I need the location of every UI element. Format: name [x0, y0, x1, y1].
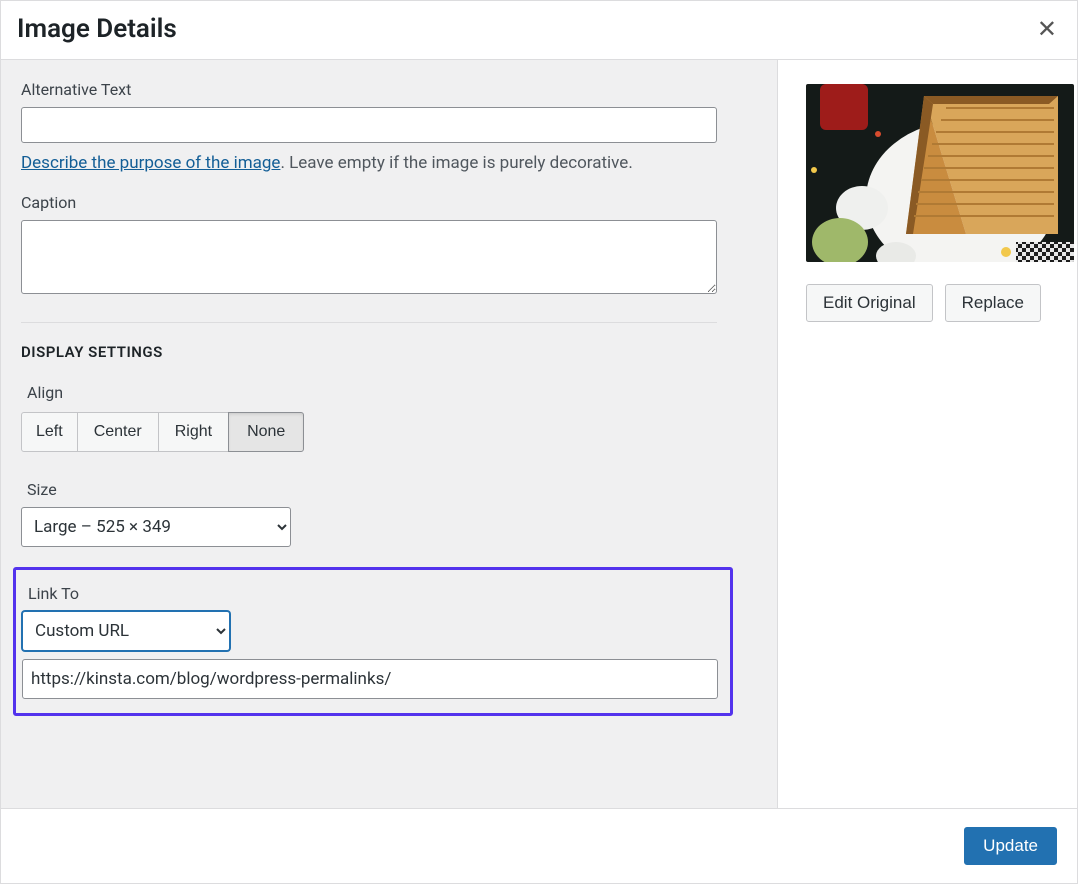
edit-original-button[interactable]: Edit Original [806, 284, 933, 322]
describe-purpose-link[interactable]: Describe the purpose of the image [21, 153, 280, 173]
alt-text-help-suffix: . Leave empty if the image is purely dec… [280, 153, 632, 173]
align-none-button[interactable]: None [228, 412, 304, 452]
modal-header: Image Details ✕ [1, 1, 1077, 60]
size-label: Size [27, 480, 757, 499]
display-settings-heading: DISPLAY SETTINGS [21, 343, 757, 361]
align-button-group: Left Center Right None [21, 412, 304, 452]
settings-pane: Alternative Text Describe the purpose of… [1, 60, 777, 808]
preview-pane: Edit Original Replace [777, 60, 1077, 808]
replace-button[interactable]: Replace [945, 284, 1041, 322]
image-preview [806, 84, 1074, 262]
size-select[interactable]: Large – 525 × 349 [21, 507, 291, 547]
alt-text-input[interactable] [21, 107, 717, 143]
align-center-button[interactable]: Center [77, 412, 159, 452]
link-url-input[interactable] [22, 659, 718, 699]
update-button[interactable]: Update [964, 827, 1057, 865]
modal-footer: Update [1, 808, 1077, 883]
alt-text-help: Describe the purpose of the image. Leave… [21, 153, 757, 173]
link-to-select[interactable]: Custom URL [22, 611, 230, 651]
align-left-button[interactable]: Left [21, 412, 78, 452]
link-to-highlight: Link To Custom URL [13, 567, 733, 716]
close-icon[interactable]: ✕ [1033, 11, 1061, 47]
caption-label: Caption [21, 193, 757, 212]
alt-text-label: Alternative Text [21, 80, 757, 99]
link-to-label: Link To [28, 584, 724, 603]
divider [21, 322, 717, 323]
align-label: Align [27, 383, 757, 402]
modal-title: Image Details [17, 14, 177, 44]
align-right-button[interactable]: Right [158, 412, 229, 452]
caption-input[interactable] [21, 220, 717, 294]
